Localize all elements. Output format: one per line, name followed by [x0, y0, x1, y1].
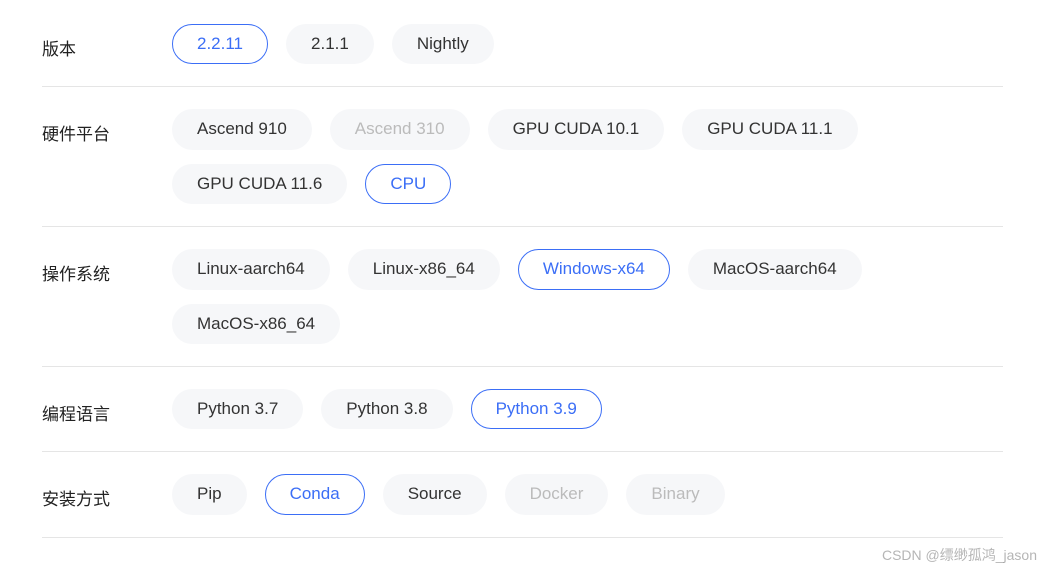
options-install: Pip Conda Source Docker Binary [172, 474, 1003, 514]
option-os-macos-x8664[interactable]: MacOS-x86_64 [172, 304, 340, 344]
option-version-nightly[interactable]: Nightly [392, 24, 494, 64]
row-label-language: 编程语言 [42, 389, 172, 425]
option-hardware-cuda101[interactable]: GPU CUDA 10.1 [488, 109, 665, 149]
option-version-2-2-11[interactable]: 2.2.11 [172, 24, 268, 64]
row-label-install: 安装方式 [42, 474, 172, 510]
row-version: 版本 2.2.11 2.1.1 Nightly [42, 0, 1003, 87]
option-install-conda[interactable]: Conda [265, 474, 365, 514]
row-label-os: 操作系统 [42, 249, 172, 285]
option-hardware-cuda111[interactable]: GPU CUDA 11.1 [682, 109, 857, 149]
option-hardware-ascend910[interactable]: Ascend 910 [172, 109, 312, 149]
selector-container: 版本 2.2.11 2.1.1 Nightly 硬件平台 Ascend 910 … [0, 0, 1045, 538]
option-install-docker: Docker [505, 474, 609, 514]
option-install-source[interactable]: Source [383, 474, 487, 514]
row-label-hardware: 硬件平台 [42, 109, 172, 145]
option-os-windows-x64[interactable]: Windows-x64 [518, 249, 670, 289]
row-os: 操作系统 Linux-aarch64 Linux-x86_64 Windows-… [42, 227, 1003, 367]
option-os-linux-aarch64[interactable]: Linux-aarch64 [172, 249, 330, 289]
options-hardware: Ascend 910 Ascend 310 GPU CUDA 10.1 GPU … [172, 109, 1003, 204]
option-version-2-1-1[interactable]: 2.1.1 [286, 24, 374, 64]
option-language-py39[interactable]: Python 3.9 [471, 389, 602, 429]
row-label-version: 版本 [42, 24, 172, 60]
row-hardware: 硬件平台 Ascend 910 Ascend 310 GPU CUDA 10.1… [42, 87, 1003, 227]
option-hardware-ascend310: Ascend 310 [330, 109, 470, 149]
option-install-binary: Binary [626, 474, 724, 514]
options-language: Python 3.7 Python 3.8 Python 3.9 [172, 389, 1003, 429]
watermark: CSDN @缥缈孤鸿_jason [882, 545, 1037, 565]
option-hardware-cuda116[interactable]: GPU CUDA 11.6 [172, 164, 347, 204]
option-os-linux-x8664[interactable]: Linux-x86_64 [348, 249, 500, 289]
options-version: 2.2.11 2.1.1 Nightly [172, 24, 1003, 64]
option-language-py37[interactable]: Python 3.7 [172, 389, 303, 429]
option-hardware-cpu[interactable]: CPU [365, 164, 451, 204]
options-os: Linux-aarch64 Linux-x86_64 Windows-x64 M… [172, 249, 1003, 344]
option-os-macos-aarch64[interactable]: MacOS-aarch64 [688, 249, 862, 289]
row-language: 编程语言 Python 3.7 Python 3.8 Python 3.9 [42, 367, 1003, 452]
option-install-pip[interactable]: Pip [172, 474, 247, 514]
option-language-py38[interactable]: Python 3.8 [321, 389, 452, 429]
row-install: 安装方式 Pip Conda Source Docker Binary [42, 452, 1003, 537]
